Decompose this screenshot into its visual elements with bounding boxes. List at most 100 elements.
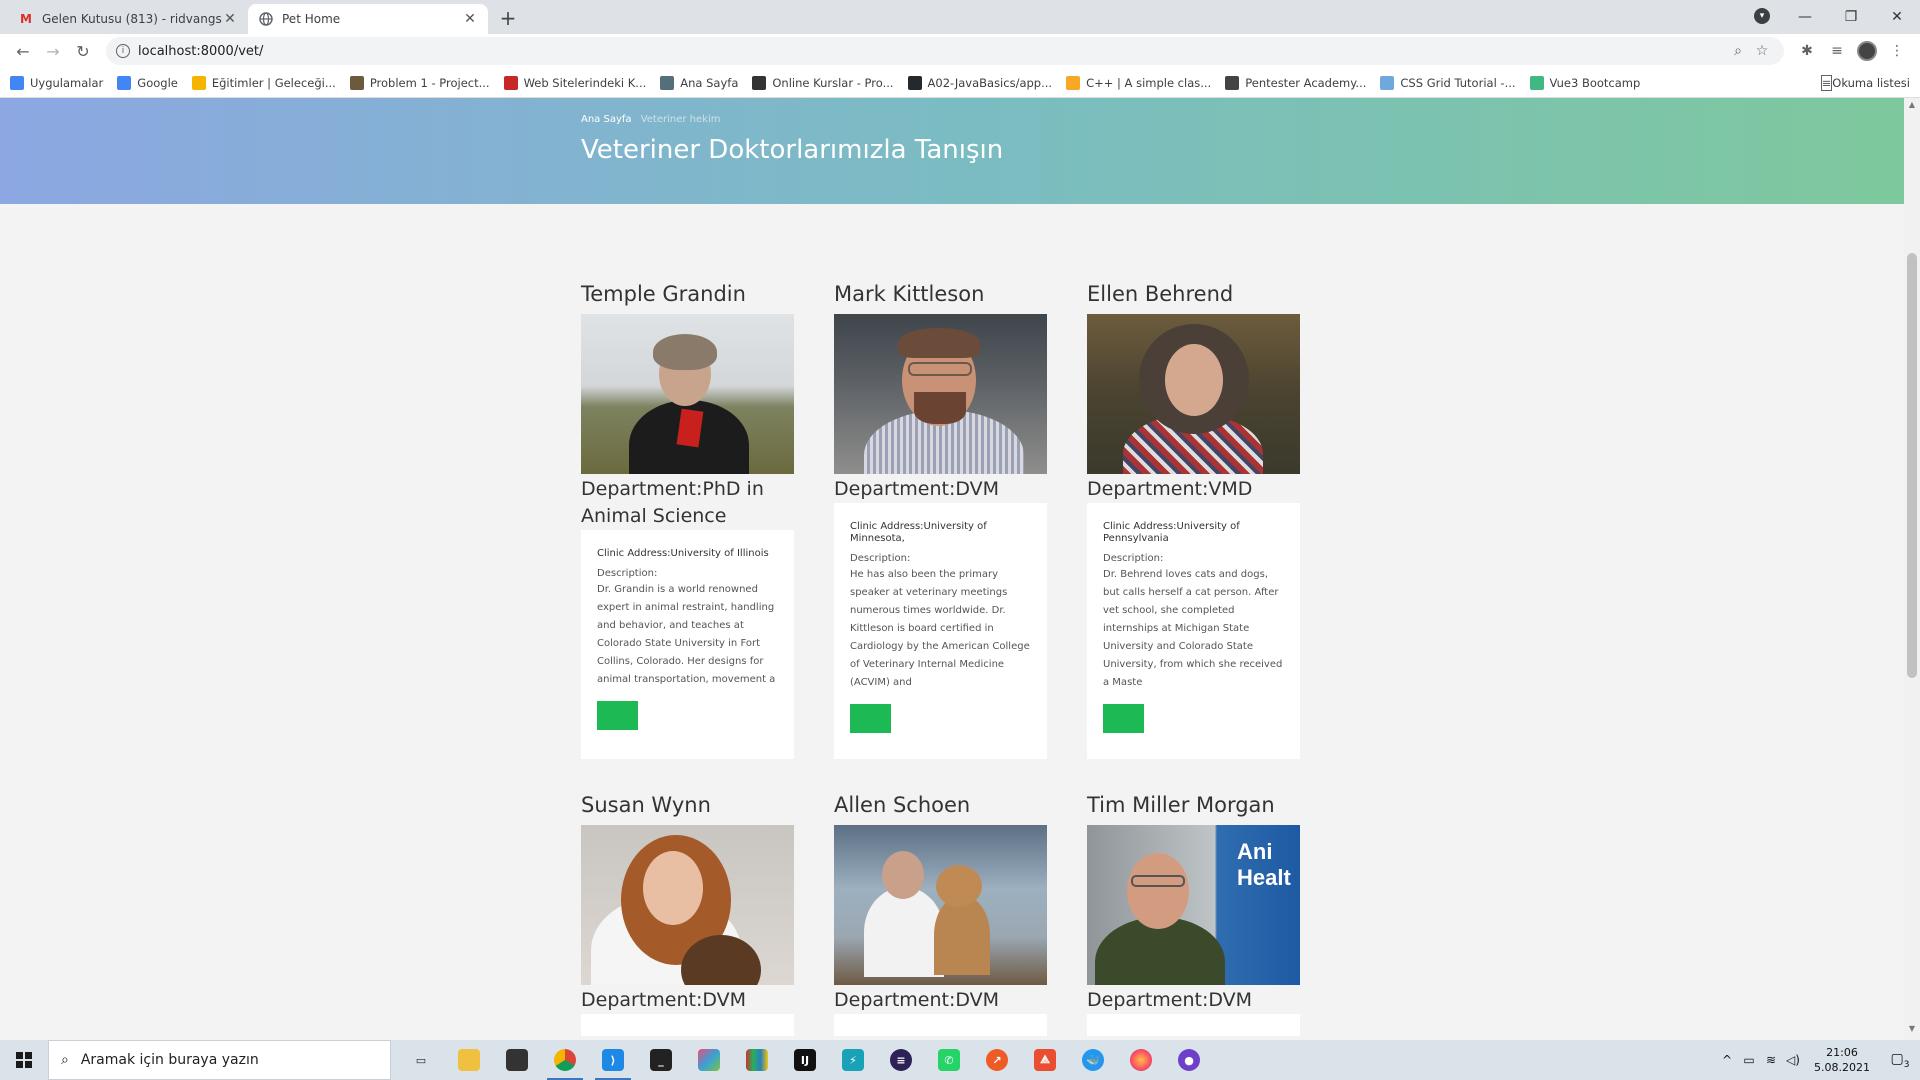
vet-detail-button[interactable]: [850, 704, 891, 733]
vet-name: Mark Kittleson: [834, 274, 1047, 314]
bookmark-label: Uygulamalar: [30, 75, 104, 90]
minimize-icon[interactable]: —: [1782, 0, 1828, 34]
battery-icon[interactable]: ▭: [1738, 1053, 1760, 1067]
github-desktop-icon[interactable]: ●: [1165, 1040, 1213, 1080]
taskbar-clock[interactable]: 21:06 5.08.2021: [1814, 1045, 1870, 1075]
address-bar[interactable]: i localhost:8000/vet/ ⌕ ☆: [106, 37, 1784, 65]
vet-name: Ellen Behrend: [1087, 274, 1300, 314]
reading-list-button[interactable]: ≡ Okuma listesi: [1820, 74, 1910, 91]
bookmark-item[interactable]: CSS Grid Tutorial -...: [1380, 75, 1516, 90]
whatsapp-icon[interactable]: ✆: [925, 1040, 973, 1080]
bookmark-item[interactable]: Online Kurslar - Pro...: [752, 75, 894, 90]
close-window-icon[interactable]: ✕: [1874, 0, 1920, 34]
scrollbar-thumb[interactable]: [1907, 253, 1917, 678]
git-gui-icon[interactable]: ⟁: [1021, 1040, 1069, 1080]
tab-title: Pet Home: [282, 12, 341, 26]
wifi-icon[interactable]: ≋: [1760, 1053, 1782, 1067]
reading-list-icon[interactable]: ≡: [1822, 36, 1852, 66]
tab-pet-home[interactable]: Pet Home ✕: [248, 4, 488, 34]
url-text[interactable]: localhost:8000/vet/: [138, 44, 1726, 59]
vet-department: Department:DVM: [834, 985, 1047, 1014]
bookmark-label: Vue3 Bootcamp: [1549, 75, 1641, 90]
eclipse-icon[interactable]: ≡: [877, 1040, 925, 1080]
back-arrow-icon[interactable]: ←: [8, 36, 38, 66]
start-button[interactable]: [0, 1040, 48, 1080]
bookmark-label: Problem 1 - Project...: [369, 75, 490, 90]
bookmark-item[interactable]: Pentester Academy...: [1225, 75, 1366, 90]
reading-list-icon: ≡: [1820, 74, 1833, 91]
clock-time: 21:06: [1826, 1046, 1858, 1059]
notification-center-icon[interactable]: ▢3: [1880, 1051, 1920, 1070]
volume-icon[interactable]: ◁): [1782, 1053, 1804, 1067]
bookmark-label: A02-JavaBasics/app...: [927, 75, 1053, 90]
bookmark-item[interactable]: Problem 1 - Project...: [349, 75, 490, 90]
vet-description: Dr. Grandin is a world renowned expert i…: [597, 584, 776, 685]
description-label: Description:: [597, 568, 658, 579]
vet-photo: [834, 825, 1047, 985]
reload-icon[interactable]: ↻: [68, 36, 98, 66]
vet-detail-button[interactable]: [597, 701, 638, 730]
sourcetree-icon[interactable]: [685, 1040, 733, 1080]
github-icon: [907, 75, 922, 90]
vet-clinic-address: Clinic Address:University of Illinois: [597, 548, 769, 559]
firefox-icon[interactable]: [1117, 1040, 1165, 1080]
close-tab-icon[interactable]: ✕: [222, 11, 238, 27]
bookmark-label: Eğitimler | Geleceği...: [211, 75, 336, 90]
page-scrollbar[interactable]: ▲ ▼: [1904, 98, 1920, 1040]
vet-detail-button[interactable]: [1103, 704, 1144, 733]
vet-card: Temple Grandin Department:PhD in Animal …: [581, 274, 794, 759]
store-icon[interactable]: [493, 1040, 541, 1080]
bookmarks-bar: Uygulamalar Google Eğitimler | Geleceği...…: [0, 68, 1920, 98]
breadcrumb-home-link[interactable]: Ana Sayfa: [581, 114, 632, 125]
bookmark-item[interactable]: Web Sitelerindeki K...: [503, 75, 646, 90]
zoom-icon[interactable]: ⌕: [1726, 43, 1750, 59]
search-icon: ⌕: [61, 1052, 69, 1068]
bookmark-item[interactable]: Ana Sayfa: [660, 75, 738, 90]
thunder-app-icon[interactable]: ⚡: [829, 1040, 877, 1080]
info-icon[interactable]: i: [116, 44, 130, 58]
vscode-icon[interactable]: ⟩: [589, 1040, 637, 1080]
gmail-icon: M: [20, 12, 32, 26]
extensions-icon[interactable]: ✱: [1792, 36, 1822, 66]
chrome-icon[interactable]: [541, 1040, 589, 1080]
terminal-icon[interactable]: _: [637, 1040, 685, 1080]
bookmark-item[interactable]: Google: [117, 75, 178, 90]
gelecegi-icon: [191, 75, 206, 90]
system-tray: ^ ▭ ≋ ◁) 21:06 5.08.2021 ▢3: [1716, 1040, 1920, 1080]
bookmark-item[interactable]: C++ | A simple clas...: [1066, 75, 1212, 90]
tray-chevron-up-icon[interactable]: ^: [1716, 1053, 1738, 1067]
bookmark-star-icon[interactable]: ☆: [1750, 43, 1774, 59]
taskbar-search-box[interactable]: ⌕ Aramak için buraya yazın: [48, 1040, 391, 1080]
bookmark-item[interactable]: Vue3 Bootcamp: [1529, 75, 1641, 90]
tab-search-icon[interactable]: ▾: [1754, 8, 1770, 24]
clock-date: 5.08.2021: [1814, 1061, 1870, 1074]
bookmark-item[interactable]: Eğitimler | Geleceği...: [191, 75, 336, 90]
scroll-down-arrow-icon[interactable]: ▼: [1904, 1024, 1920, 1038]
vet-department: Department:DVM: [1087, 985, 1300, 1014]
vet-photo: [1087, 314, 1300, 474]
taskbar-apps: ▭ ⟩ _ IJ ⚡ ≡ ✆ ↗ ⟁ 🐳 ●: [397, 1040, 1213, 1080]
hero-banner: Ana Sayfa Veteriner hekim Veteriner Dokt…: [0, 98, 1904, 204]
profile-avatar[interactable]: [1852, 36, 1882, 66]
breadcrumb-current: Veteriner hekim: [640, 114, 721, 125]
page-viewport: Ana Sayfa Veteriner hekim Veteriner Dokt…: [0, 98, 1904, 1040]
bookmark-item[interactable]: A02-JavaBasics/app...: [907, 75, 1053, 90]
vet-department: Department:VMD: [1087, 474, 1300, 503]
task-view-icon[interactable]: ▭: [397, 1040, 445, 1080]
file-explorer-icon[interactable]: [445, 1040, 493, 1080]
restore-icon[interactable]: ❐: [1828, 0, 1874, 34]
vet-card: Tim Miller Morgan Ani Healt Department:DV…: [1087, 785, 1300, 1036]
menu-kebab-icon[interactable]: ⋮: [1882, 36, 1912, 66]
new-tab-button[interactable]: +: [494, 4, 522, 32]
tab-gmail[interactable]: M Gelen Kutusu (813) - ridvangs77@ ✕: [8, 4, 248, 34]
docker-icon[interactable]: 🐳: [1069, 1040, 1117, 1080]
bookmark-label: Google: [137, 75, 178, 90]
scroll-up-arrow-icon[interactable]: ▲: [1904, 100, 1920, 114]
bookmark-item[interactable]: Uygulamalar: [10, 75, 104, 90]
postman-icon[interactable]: ↗: [973, 1040, 1021, 1080]
intellij-icon[interactable]: IJ: [781, 1040, 829, 1080]
bookmark-label: C++ | A simple clas...: [1086, 75, 1212, 90]
close-tab-icon[interactable]: ✕: [462, 11, 478, 27]
forward-arrow-icon[interactable]: →: [38, 36, 68, 66]
winrar-icon[interactable]: [733, 1040, 781, 1080]
